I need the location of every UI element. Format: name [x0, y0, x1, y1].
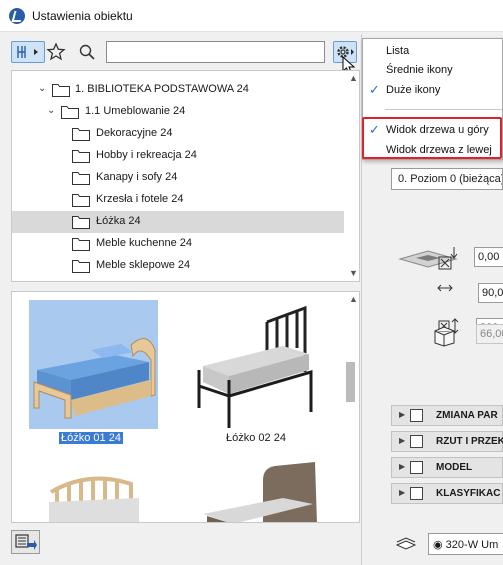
- menu-item-srednie-ikony[interactable]: Średnie ikony: [363, 62, 503, 80]
- search-input[interactable]: [106, 41, 325, 63]
- tree-item-label: 1. BIBLIOTEKA PODSTAWOWA 24: [75, 83, 249, 95]
- chevron-right-icon: ▶: [399, 410, 406, 419]
- tree-item-label: Dekoracyjne 24: [96, 127, 173, 139]
- chevron-right-icon: ▶: [399, 462, 406, 471]
- section-model[interactable]: ▶ MODEL: [391, 457, 503, 478]
- floor-plan-icon: [410, 435, 423, 448]
- library-icon: [17, 46, 38, 58]
- preview-item-label: Łóżko 01 24: [59, 432, 123, 444]
- preview-scrollbar[interactable]: ▲: [345, 291, 360, 523]
- folder-icon: [72, 194, 90, 207]
- elevation-field[interactable]: 0,00: [474, 247, 503, 267]
- section-label: RZUT I PRZEK: [436, 436, 503, 447]
- checkmark-icon: ✓: [369, 82, 380, 97]
- model-icon: [410, 461, 423, 474]
- section-label: KLASYFIKAC: [436, 488, 501, 499]
- bed-04-image: [203, 462, 317, 522]
- bed-02-image: [197, 305, 313, 428]
- folder-icon: [72, 260, 90, 273]
- library-manager-button[interactable]: [11, 530, 40, 554]
- chevron-down-icon[interactable]: ⌄: [38, 83, 46, 94]
- chevron-down-icon[interactable]: ⌄: [47, 105, 55, 116]
- folder-icon: [72, 150, 90, 163]
- scroll-up-icon[interactable]: ▲: [349, 73, 358, 83]
- tree-item-kanapy[interactable]: Kanapy i sofy 24: [12, 167, 344, 189]
- bed-01-image: [33, 338, 156, 419]
- folder-icon: [72, 128, 90, 141]
- search-icon[interactable]: [78, 43, 96, 61]
- section-label: MODEL: [436, 462, 473, 473]
- section-rzut-i-przekroj[interactable]: ▶ RZUT I PRZEK: [391, 431, 503, 452]
- tree-item-label: Hobby i rekreacja 24: [96, 149, 197, 161]
- window-title: Ustawienia obiektu: [32, 9, 133, 23]
- folder-tree[interactable]: ⌄ 1. BIBLIOTEKA PODSTAWOWA 24 ⌄ 1.1 Umeb…: [11, 70, 360, 282]
- chevron-right-icon: ▶: [399, 436, 406, 445]
- scroll-down-icon[interactable]: ▼: [349, 268, 358, 278]
- tree-item-dekoracyjne[interactable]: Dekoracyjne 24: [12, 123, 344, 145]
- height-box-icon: [434, 326, 455, 347]
- preview-item-lozko-01[interactable]: [29, 300, 158, 429]
- width-field[interactable]: 90,00: [478, 283, 503, 303]
- folder-icon: [72, 216, 90, 229]
- preview-item-label: Łóżko 02 24: [226, 432, 286, 444]
- layer-select-value: 320-W Um: [445, 539, 499, 551]
- preview-item-lozko-02[interactable]: [193, 300, 322, 429]
- tree-item-label: Łóżka 24: [96, 215, 141, 227]
- app-icon: [9, 8, 25, 24]
- menu-item-duze-ikony[interactable]: ✓ Duże ikony: [363, 82, 503, 100]
- tree-item-meble-kuchenne[interactable]: Meble kuchenne 24: [12, 233, 344, 255]
- star-icon[interactable]: [46, 42, 66, 62]
- tree-item-label: Meble sklepowe 24: [96, 259, 191, 271]
- width-icon: [438, 256, 452, 270]
- tree-item-label: 1.1 Umeblowanie 24: [85, 105, 186, 117]
- level-select[interactable]: 0. Poziom 0 (bieżąca): [391, 168, 503, 190]
- tree-item-hobby[interactable]: Hobby i rekreacja 24: [12, 145, 344, 167]
- menu-item-lista[interactable]: Lista: [363, 43, 503, 61]
- menu-item-label: Lista: [386, 45, 410, 57]
- chevron-right-icon: ▶: [399, 488, 406, 497]
- menu-item-label: Średnie ikony: [386, 64, 453, 76]
- folder-icon: [61, 106, 79, 119]
- preview-item-lozko-04[interactable]: [193, 462, 322, 522]
- tree-item-label: Meble kuchenne 24: [96, 237, 193, 249]
- tree-scrollbar[interactable]: ▲ ▼: [345, 70, 360, 282]
- layer-icon: [395, 537, 417, 550]
- library-view-button[interactable]: [11, 41, 45, 63]
- menu-item-label: Duże ikony: [386, 84, 441, 96]
- library-manager-icon: [15, 534, 37, 550]
- height-field[interactable]: 66,00: [476, 324, 503, 344]
- section-label: ZMIANA PAR: [436, 410, 498, 421]
- tree-item-umeblowanie[interactable]: ⌄ 1.1 Umeblowanie 24: [12, 101, 344, 123]
- tree-item-label: Krzesła i fotele 24: [96, 193, 184, 205]
- preview-scroll-thumb[interactable]: [346, 362, 355, 402]
- classification-icon: [410, 487, 423, 500]
- menu-separator: [385, 109, 502, 110]
- width-dimension-icon: [437, 284, 453, 292]
- tree-item-biblioteka[interactable]: ⌄ 1. BIBLIOTEKA PODSTAWOWA 24: [12, 79, 344, 101]
- highlight-annotation: [362, 117, 502, 159]
- parameters-icon: [410, 409, 423, 422]
- section-zmiana-parametrow[interactable]: ▶ ZMIANA PAR: [391, 405, 503, 426]
- eye-icon: ◉: [433, 539, 443, 551]
- preview-panel[interactable]: Łóżko 01 24 Łóżko 02 24: [11, 291, 360, 523]
- bed-03-image: [49, 476, 139, 522]
- folder-icon: [72, 238, 90, 251]
- section-klasyfikacja[interactable]: ▶ KLASYFIKAC: [391, 483, 503, 504]
- tree-item-meble-sklepowe[interactable]: Meble sklepowe 24: [12, 255, 344, 277]
- folder-icon: [72, 172, 90, 185]
- scroll-up-icon[interactable]: ▲: [349, 294, 358, 304]
- tree-item-krzesla[interactable]: Krzesła i fotele 24: [12, 189, 344, 211]
- tree-item-label: Kanapy i sofy 24: [96, 171, 178, 183]
- tree-item-lozka[interactable]: Łóżka 24: [12, 211, 344, 233]
- folder-icon: [52, 84, 70, 97]
- preview-item-lozko-03[interactable]: [29, 462, 158, 522]
- layer-select[interactable]: ◉ 320-W Um: [428, 533, 503, 555]
